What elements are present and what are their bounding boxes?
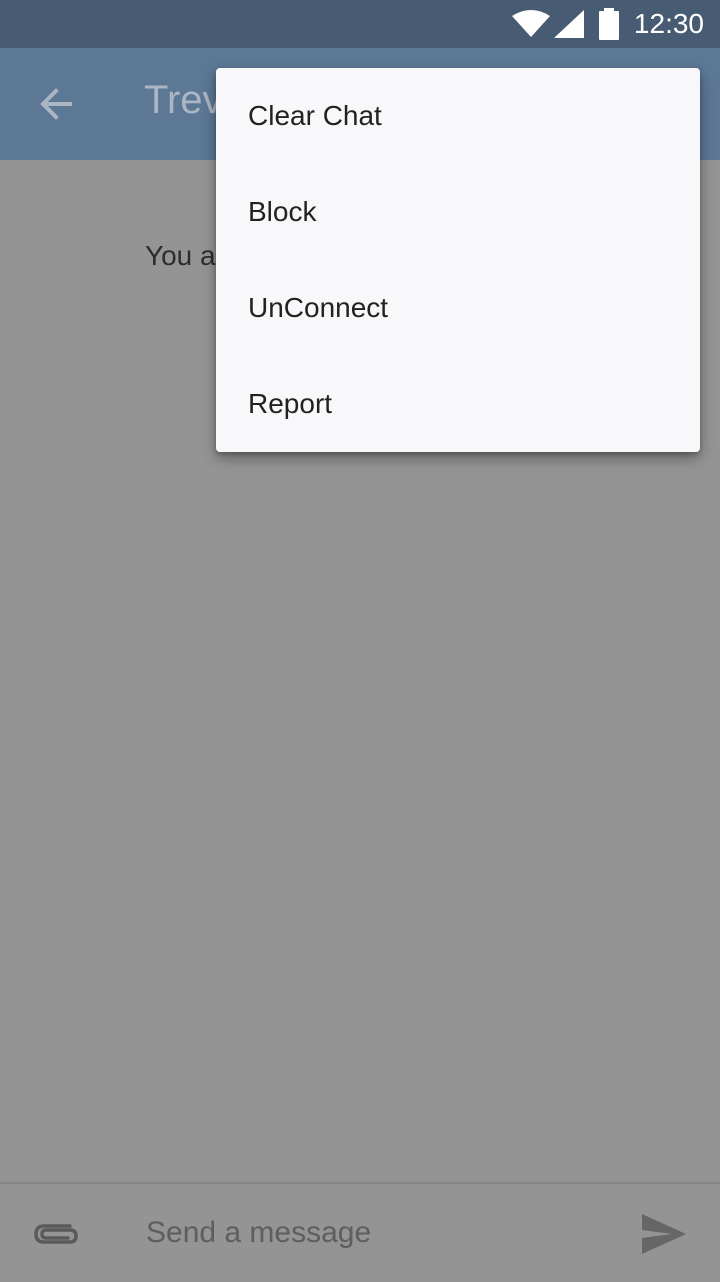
menu-item-block[interactable]: Block: [216, 164, 700, 260]
send-icon[interactable]: [638, 1210, 690, 1258]
back-button[interactable]: [28, 76, 84, 132]
message-composer: [0, 1182, 720, 1282]
menu-item-clear-chat[interactable]: Clear Chat: [216, 68, 700, 164]
paperclip-icon[interactable]: [30, 1212, 82, 1256]
chat-title: Trev: [144, 78, 223, 122]
message-input[interactable]: [144, 1206, 608, 1260]
empty-chat-message: You ar: [145, 240, 225, 271]
signal-icon: [554, 10, 584, 38]
wifi-icon: [512, 10, 550, 37]
status-bar: 12:30: [0, 0, 720, 48]
status-time: 12:30: [633, 8, 704, 39]
overflow-menu: Clear Chat Block UnConnect Report: [216, 68, 700, 452]
menu-item-unconnect[interactable]: UnConnect: [216, 260, 700, 356]
battery-icon: [599, 8, 619, 40]
arrow-left-icon: [40, 88, 72, 120]
menu-item-report[interactable]: Report: [216, 356, 700, 452]
